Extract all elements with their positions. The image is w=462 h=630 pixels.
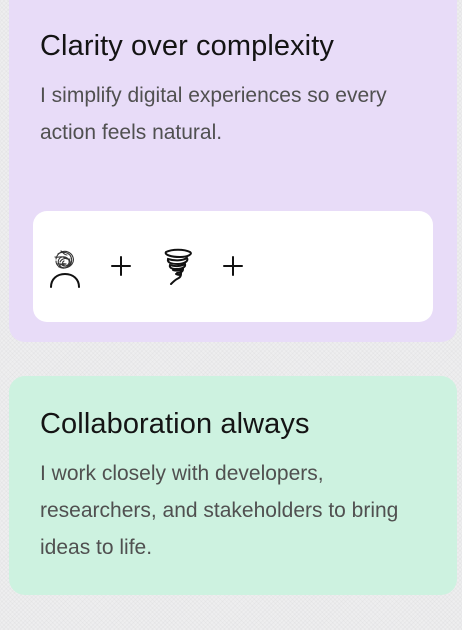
card-description: I simplify digital experiences so every … [40, 84, 387, 144]
card-description: I work closely with developers, research… [40, 462, 399, 559]
tornado-swirl-icon [158, 246, 196, 286]
plus-icon [221, 254, 245, 278]
scribble-head-person-icon [47, 245, 83, 289]
icon-equation-panel [33, 211, 433, 322]
card-title: Collaboration always [40, 408, 310, 440]
clarity-card: Clarity over complexity I simplify digit… [9, 0, 457, 342]
plus-icon [109, 254, 133, 278]
collaboration-card: Collaboration always I work closely with… [9, 376, 457, 595]
card-title: Clarity over complexity [40, 30, 334, 62]
